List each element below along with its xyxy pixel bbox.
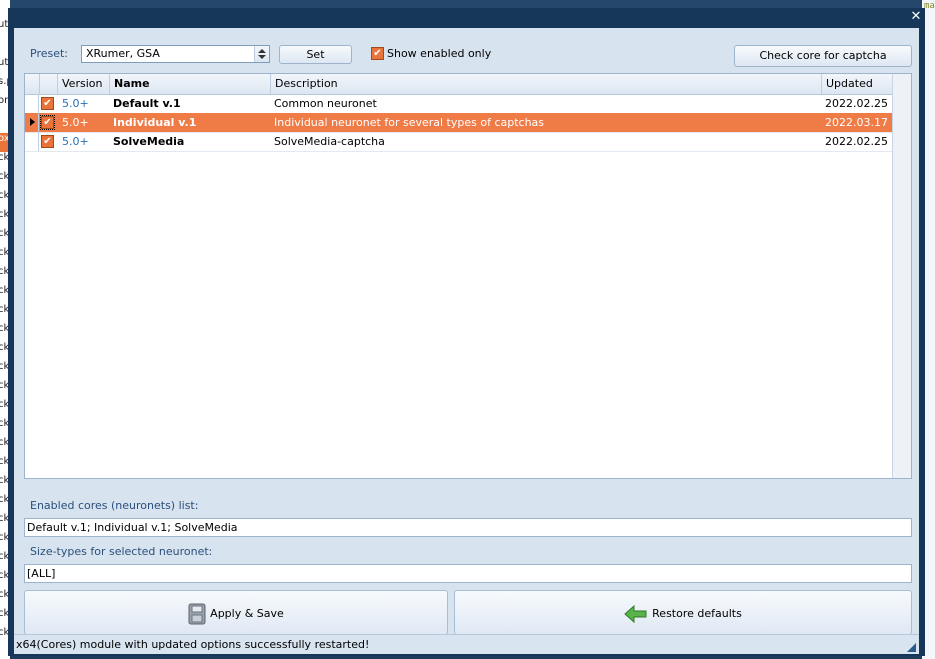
current-row-arrow-icon <box>30 118 35 126</box>
size-types-field[interactable]: [ALL] <box>24 564 912 583</box>
enabled-list-label: Enabled cores (neuronets) list: <box>30 499 199 512</box>
row-enabled-checkbox[interactable]: ✔ <box>41 135 54 148</box>
row-name: Default v.1 <box>113 97 181 110</box>
show-enabled-label[interactable]: Show enabled only <box>387 47 491 60</box>
row-description: Individual neuronet for several types of… <box>274 116 545 129</box>
preset-value: XRumer, GSA <box>86 47 160 60</box>
table-row[interactable]: ✔ 5.0+ Individual v.1 Individual neuronet f… <box>25 113 893 133</box>
preset-label: Preset: <box>30 47 69 60</box>
row-version: 5.0+ <box>62 97 89 110</box>
back-arrow-icon <box>624 604 647 624</box>
close-icon[interactable]: ✕ <box>909 10 923 24</box>
show-enabled-checkbox[interactable]: ✔ <box>371 47 384 60</box>
row-name: Individual v.1 <box>113 116 197 129</box>
header-checkbox <box>39 74 57 94</box>
row-description: Common neuronet <box>274 97 377 110</box>
background-window-strip <box>0 0 935 8</box>
background-top-right-text: malleeft <box>924 1 935 11</box>
restore-defaults-label: Restore defaults <box>652 607 742 620</box>
apply-save-label: Apply & Save <box>210 607 284 620</box>
status-text: x64(Cores) module with updated options s… <box>16 638 370 651</box>
grid-vertical-scrollbar[interactable] <box>892 74 911 478</box>
enabled-list-field[interactable]: Default v.1; Individual v.1; SolveMedia <box>24 518 912 537</box>
header-description[interactable]: Description <box>270 74 821 94</box>
row-version: 5.0+ <box>62 135 89 148</box>
check-core-button[interactable]: Check core for captcha <box>734 45 912 67</box>
cores-settings-window: ✕ Preset: XRumer, GSA Set ✔ Show enabled… <box>8 8 925 656</box>
set-button[interactable]: Set <box>279 45 352 64</box>
row-indicator <box>26 94 39 113</box>
spin-up-icon[interactable] <box>258 49 266 53</box>
row-enabled-checkbox[interactable]: ✔ <box>41 97 54 110</box>
size-types-label: Size-types for selected neuronet: <box>30 545 213 558</box>
apply-save-button[interactable]: Apply & Save <box>24 590 448 635</box>
resize-grip-icon[interactable] <box>907 643 916 652</box>
table-row[interactable]: ✔ 5.0+ SolveMedia SolveMedia-captcha 2022.02… <box>25 132 893 152</box>
row-indicator <box>26 132 39 151</box>
floppy-save-icon <box>188 603 206 625</box>
header-name[interactable]: Name <box>109 74 270 94</box>
preset-spinner[interactable] <box>254 46 269 62</box>
preset-combobox[interactable]: XRumer, GSA <box>81 45 270 63</box>
row-indicator <box>26 113 39 132</box>
grid-header: Version Name Description Updated <box>25 74 893 95</box>
cores-grid[interactable]: Version Name Description Updated ✔ 5.0+ De… <box>24 73 912 479</box>
header-updated[interactable]: Updated <box>821 74 893 94</box>
row-updated: 2022.03.17 <box>825 116 888 129</box>
row-updated: 2022.02.25 <box>825 135 888 148</box>
window-client-area: Preset: XRumer, GSA Set ✔ Show enabled o… <box>14 28 919 635</box>
row-version: 5.0+ <box>62 116 89 129</box>
row-updated: 2022.02.25 <box>825 97 888 110</box>
row-enabled-checkbox[interactable]: ✔ <box>40 115 55 130</box>
row-description: SolveMedia-captcha <box>274 135 385 148</box>
status-bar: x64(Cores) module with updated options s… <box>14 634 919 654</box>
row-name: SolveMedia <box>113 135 185 148</box>
spin-down-icon[interactable] <box>258 55 266 59</box>
table-row[interactable]: ✔ 5.0+ Default v.1 Common neuronet 2022.02.2… <box>25 94 893 114</box>
header-indicator <box>25 74 39 94</box>
header-version[interactable]: Version <box>57 74 109 94</box>
restore-defaults-button[interactable]: Restore defaults <box>454 590 912 635</box>
